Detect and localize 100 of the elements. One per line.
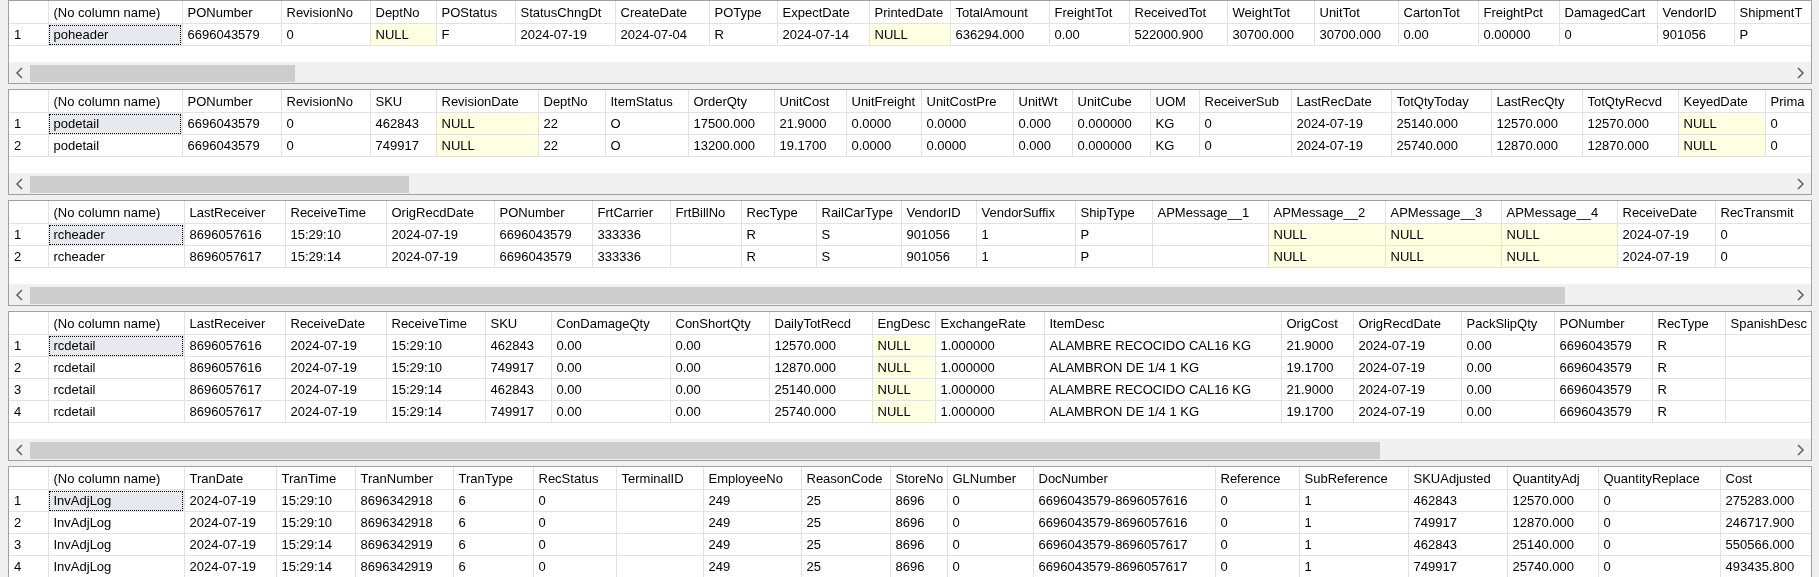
column-header[interactable]: RecTransmit	[1715, 201, 1811, 224]
column-header[interactable]: RevisionNo	[281, 1, 370, 24]
column-header[interactable]: FreightTot	[1049, 1, 1129, 24]
scroll-left-icon[interactable]	[15, 444, 24, 456]
column-header[interactable]: ConDamageQty	[551, 312, 670, 335]
column-header[interactable]: (No column name)	[48, 467, 184, 490]
column-header[interactable]: CreateDate	[615, 1, 709, 24]
column-header[interactable]: ExpectDate	[777, 1, 869, 24]
column-header[interactable]: ReceiverSub	[1199, 90, 1291, 113]
horizontal-scrollbar[interactable]	[9, 62, 1811, 83]
scroll-right-icon[interactable]	[1796, 444, 1805, 456]
column-header[interactable]: EngDesc	[872, 312, 935, 335]
column-header[interactable]: TranDate	[184, 467, 276, 490]
column-header[interactable]: UnitCube	[1072, 90, 1150, 113]
column-header[interactable]: TranType	[453, 467, 533, 490]
column-header[interactable]: QuantityAdj	[1507, 467, 1598, 490]
column-header[interactable]: TerminalID	[616, 467, 703, 490]
column-header[interactable]: PONumber	[182, 90, 281, 113]
column-header[interactable]: PrintedDate	[869, 1, 950, 24]
horizontal-scrollbar[interactable]	[9, 284, 1811, 305]
column-header[interactable]: APMessage__2	[1268, 201, 1385, 224]
column-header[interactable]: VendorID	[901, 201, 976, 224]
column-header[interactable]: FrtCarrier	[592, 201, 670, 224]
column-header[interactable]: DeptNo	[370, 1, 436, 24]
column-header[interactable]: ReceiveTime	[285, 201, 386, 224]
column-header[interactable]: (No column name)	[48, 90, 182, 113]
column-header[interactable]: EmployeeNo	[703, 467, 801, 490]
column-header[interactable]: UnitFreight	[846, 90, 921, 113]
column-header[interactable]: SpanishDesc	[1725, 312, 1811, 335]
column-header[interactable]: ItemDesc	[1044, 312, 1281, 335]
column-header[interactable]: RecType	[741, 201, 816, 224]
column-header[interactable]: ItemStatus	[605, 90, 688, 113]
column-header[interactable]: PONumber	[1554, 312, 1652, 335]
column-header[interactable]: Prima	[1765, 90, 1811, 113]
column-header[interactable]: DeptNo	[538, 90, 605, 113]
column-header[interactable]: OrderQty	[688, 90, 774, 113]
column-header[interactable]: RevisionNo	[281, 90, 370, 113]
column-header[interactable]: StoreNo	[890, 467, 947, 490]
column-header[interactable]: SKUAdjusted	[1408, 467, 1507, 490]
column-header[interactable]: ReasonCode	[801, 467, 890, 490]
column-header[interactable]: VendorSuffix	[976, 201, 1075, 224]
column-header[interactable]: SKU	[485, 312, 551, 335]
column-header[interactable]: APMessage__1	[1152, 201, 1268, 224]
column-header[interactable]: ShipType	[1075, 201, 1152, 224]
column-header[interactable]: RecStatus	[533, 467, 616, 490]
column-header[interactable]: RecType	[1652, 312, 1725, 335]
column-header[interactable]: DocNumber	[1033, 467, 1215, 490]
column-header[interactable]: OrigRecdDate	[386, 201, 494, 224]
column-header[interactable]: ExchangeRate	[935, 312, 1044, 335]
column-header[interactable]: OrigRecdDate	[1353, 312, 1461, 335]
column-header[interactable]: QuantityReplace	[1598, 467, 1720, 490]
column-header[interactable]: LastReceiver	[184, 312, 285, 335]
scroll-right-icon[interactable]	[1796, 289, 1805, 301]
scroll-left-icon[interactable]	[15, 178, 24, 190]
horizontal-scrollbar[interactable]	[9, 173, 1811, 194]
column-header[interactable]: TotQtyToday	[1391, 90, 1491, 113]
column-header[interactable]: Cost	[1720, 467, 1811, 490]
column-header[interactable]: (No column name)	[48, 1, 182, 24]
column-header[interactable]: VendorID	[1657, 1, 1734, 24]
column-header[interactable]: TotalAmount	[950, 1, 1049, 24]
column-header[interactable]: DailyTotRecd	[769, 312, 872, 335]
column-header[interactable]: ReceiveTime	[386, 312, 485, 335]
scroll-left-icon[interactable]	[15, 67, 24, 79]
column-header[interactable]: APMessage__4	[1501, 201, 1617, 224]
column-header[interactable]: LastReceiver	[184, 201, 285, 224]
column-header[interactable]: LastRecDate	[1291, 90, 1391, 113]
column-header[interactable]: POType	[709, 1, 777, 24]
column-header[interactable]: KeyedDate	[1678, 90, 1765, 113]
column-header[interactable]: WeightTot	[1227, 1, 1314, 24]
column-header[interactable]: LastRecQty	[1491, 90, 1582, 113]
column-header[interactable]: Reference	[1215, 467, 1299, 490]
column-header[interactable]: StatusChngDt	[515, 1, 615, 24]
column-header[interactable]: SubReference	[1299, 467, 1408, 490]
column-header[interactable]: ReceiveDate	[1617, 201, 1715, 224]
column-header[interactable]: ConShortQty	[670, 312, 769, 335]
column-header[interactable]: ReceiveDate	[285, 312, 386, 335]
column-header[interactable]: UnitCostPre	[921, 90, 1013, 113]
horizontal-scrollbar[interactable]	[9, 439, 1811, 460]
column-header[interactable]: SKU	[370, 90, 436, 113]
scroll-left-icon[interactable]	[15, 289, 24, 301]
column-header[interactable]: FreightPct	[1478, 1, 1559, 24]
column-header[interactable]: GLNumber	[947, 467, 1033, 490]
column-header[interactable]: POStatus	[436, 1, 515, 24]
column-header[interactable]: APMessage__3	[1385, 201, 1501, 224]
column-header[interactable]: TranTime	[276, 467, 355, 490]
column-header[interactable]: (No column name)	[48, 312, 184, 335]
column-header[interactable]: PONumber	[494, 201, 592, 224]
column-header[interactable]: DamagedCart	[1559, 1, 1657, 24]
column-header[interactable]: UnitCost	[774, 90, 846, 113]
scroll-right-icon[interactable]	[1796, 67, 1805, 79]
column-header[interactable]: (No column name)	[48, 201, 184, 224]
scrollbar-thumb[interactable]	[30, 176, 409, 193]
column-header[interactable]: PONumber	[182, 1, 281, 24]
scrollbar-thumb[interactable]	[30, 65, 295, 82]
column-header[interactable]: ShipmentT	[1734, 1, 1811, 24]
column-header[interactable]: OrigCost	[1281, 312, 1353, 335]
column-header[interactable]: ReceivedTot	[1129, 1, 1227, 24]
scrollbar-thumb[interactable]	[30, 442, 1380, 459]
column-header[interactable]: UnitWt	[1013, 90, 1072, 113]
column-header[interactable]: UnitTot	[1314, 1, 1398, 24]
